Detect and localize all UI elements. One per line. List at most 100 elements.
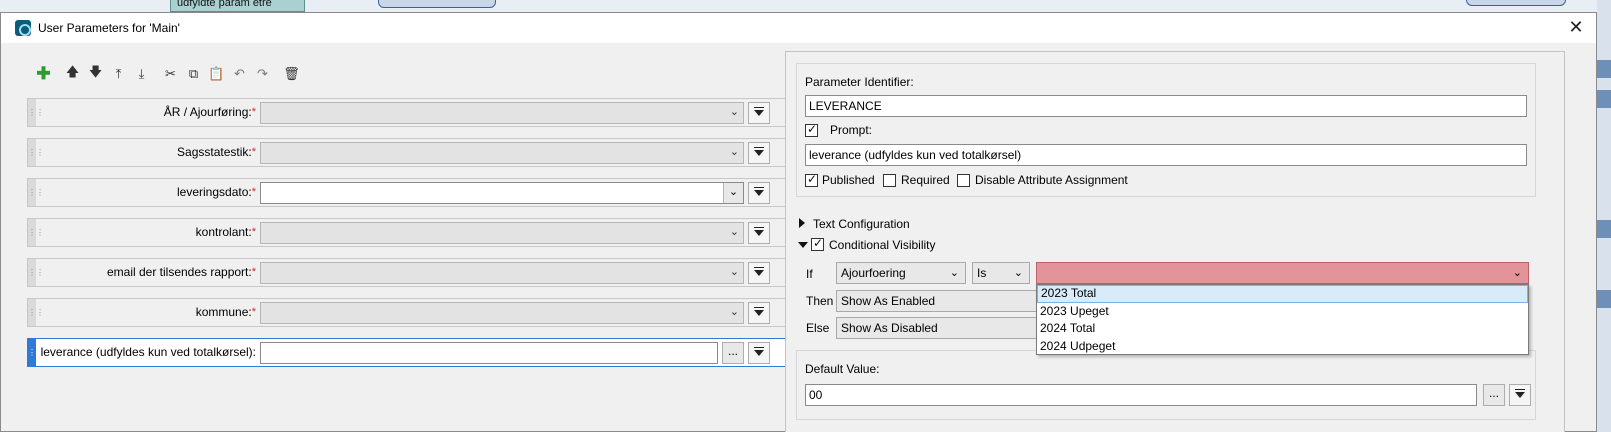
parameter-combo[interactable]: ⌄ bbox=[260, 262, 744, 284]
close-button[interactable]: ✕ bbox=[1562, 16, 1590, 40]
browse-button[interactable]: ... bbox=[722, 342, 744, 364]
parameter-menu-button[interactable] bbox=[748, 102, 770, 124]
if-operator-select[interactable]: Is ⌄ bbox=[972, 262, 1030, 284]
parameter-combo[interactable]: ⌄ bbox=[260, 102, 744, 124]
drag-handle-icon[interactable]: ⋮⋮ bbox=[28, 99, 44, 126]
dropdown-option[interactable]: 2024 Udpeget bbox=[1037, 338, 1528, 356]
canvas-node[interactable]: udfyldte param etre bbox=[170, 0, 305, 12]
parameter-label-text: leverance (udfyldes kun ved totalkørsel)… bbox=[40, 345, 256, 359]
parameter-menu-button[interactable] bbox=[748, 222, 770, 244]
parameter-combo[interactable]: ⌄ bbox=[260, 302, 744, 324]
window-title: User Parameters for 'Main' bbox=[38, 21, 180, 35]
dropdown-option[interactable]: 2023 Total bbox=[1037, 285, 1528, 303]
identifier-label: Parameter Identifier: bbox=[805, 75, 914, 89]
dropdown-option[interactable]: 2024 Total bbox=[1037, 320, 1528, 338]
prompt-field[interactable]: leverance (udfyldes kun ved totalkørsel) bbox=[805, 144, 1527, 166]
parameter-row[interactable]: ⋮⋮ leverance (udfyldes kun ved totalkørse… bbox=[27, 338, 794, 367]
if-value-dropdown-list: 2023 Total 2023 Upeget 2024 Total 2024 Udpe… bbox=[1036, 284, 1529, 355]
parameter-menu-button[interactable] bbox=[748, 182, 770, 204]
conditional-visibility-checkbox[interactable] bbox=[811, 236, 824, 251]
parameter-combo[interactable]: ⌄ bbox=[260, 142, 744, 164]
canvas-node[interactable] bbox=[378, 0, 496, 8]
if-attribute-select[interactable]: Ajourfoering ⌄ bbox=[836, 262, 966, 284]
prompt-checkbox[interactable] bbox=[805, 122, 818, 137]
undo-icon[interactable]: ↶ bbox=[228, 63, 251, 85]
chevron-down-icon: ⌄ bbox=[729, 266, 739, 278]
collapse-arrow-icon[interactable] bbox=[798, 242, 808, 248]
parameter-rows: ⋮⋮ ÅR / Ajourføring:* ⌄ ⋮⋮ Sagsstatestik:* ⌄ ⋮… bbox=[27, 98, 794, 367]
if-value-select[interactable]: ⌄ bbox=[1036, 262, 1529, 284]
parameter-row[interactable]: ⋮⋮ kommune:* ⌄ bbox=[27, 298, 794, 327]
default-value-browse-button[interactable]: ... bbox=[1483, 384, 1505, 406]
published-label: Published bbox=[822, 173, 875, 187]
canvas-node[interactable] bbox=[1466, 0, 1566, 6]
published-checkbox[interactable] bbox=[805, 172, 818, 187]
default-value-label: Default Value: bbox=[805, 362, 880, 376]
conditional-visibility-header[interactable]: Conditional Visibility bbox=[829, 238, 936, 252]
parameter-label-text: email der tilsendes rapport: bbox=[106, 265, 252, 279]
parameter-label: Sagsstatestik:* bbox=[38, 139, 256, 166]
canvas-node-edge bbox=[1597, 90, 1611, 108]
parameter-menu-button[interactable] bbox=[748, 302, 770, 324]
drag-handle-icon[interactable]: ⋮⋮ bbox=[28, 259, 44, 286]
then-label: Then bbox=[806, 294, 834, 308]
move-up-icon[interactable]: 🡅 bbox=[61, 63, 84, 85]
title-bar: User Parameters for 'Main' ✕ bbox=[1, 13, 1596, 43]
parameter-label-text: kommune: bbox=[195, 305, 252, 319]
identifier-field[interactable]: LEVERANCE bbox=[805, 95, 1527, 117]
parameter-row[interactable]: ⋮⋮ leveringsdato:* ⌄ bbox=[27, 178, 794, 207]
text-configuration-header[interactable]: Text Configuration bbox=[813, 217, 910, 231]
required-checkbox[interactable] bbox=[883, 174, 896, 187]
paste-icon[interactable]: 📋 bbox=[205, 63, 228, 85]
default-value-menu-button[interactable] bbox=[1509, 384, 1531, 406]
cut-icon[interactable]: ✂ bbox=[159, 63, 182, 85]
then-value: Show As Enabled bbox=[841, 294, 936, 308]
required-marker: * bbox=[251, 266, 256, 278]
expand-arrow-icon[interactable] bbox=[799, 218, 805, 228]
copy-icon[interactable]: ⧉ bbox=[182, 63, 205, 85]
dropdown-option[interactable]: 2023 Upeget bbox=[1037, 303, 1528, 321]
parameter-menu-button[interactable] bbox=[748, 342, 770, 364]
parameter-label: ÅR / Ajourføring:* bbox=[38, 99, 256, 126]
required-marker: * bbox=[251, 186, 256, 198]
parameter-row[interactable]: ⋮⋮ email der tilsendes rapport:* ⌄ bbox=[27, 258, 794, 287]
add-parameter-icon[interactable]: ✚ bbox=[32, 63, 55, 85]
if-label: If bbox=[806, 267, 813, 281]
app-icon bbox=[15, 20, 31, 36]
chevron-down-icon: ⌄ bbox=[729, 306, 739, 318]
else-value: Show As Disabled bbox=[841, 321, 938, 335]
move-down-icon[interactable]: 🡇 bbox=[84, 63, 107, 85]
chevron-down-icon: ⌄ bbox=[1013, 267, 1023, 279]
else-label: Else bbox=[806, 321, 830, 335]
parameter-label-text: ÅR / Ajourføring: bbox=[163, 105, 252, 119]
move-to-bottom-icon[interactable]: ⤓ bbox=[130, 63, 153, 85]
parameter-row[interactable]: ⋮⋮ Sagsstatestik:* ⌄ bbox=[27, 138, 794, 167]
drag-handle-icon[interactable]: ⋮⋮ bbox=[28, 219, 44, 246]
parameter-combo[interactable]: ⌄ bbox=[260, 182, 744, 204]
disable-attribute-assignment-checkbox[interactable] bbox=[957, 174, 970, 187]
parameter-text-field[interactable] bbox=[260, 342, 718, 364]
required-marker: * bbox=[251, 106, 256, 118]
chevron-down-icon[interactable]: ⌄ bbox=[723, 183, 743, 203]
parameters-list-pane: ✚ 🡅 🡇 ⤒ ⤓ ✂ ⧉ 📋 ↶ ↷ 🗑 ⋮⋮ ÅR / Ajourføring:* ⌄ ⋮⋮ Sagss… bbox=[27, 63, 794, 378]
parameter-menu-button[interactable] bbox=[748, 262, 770, 284]
default-value-group: Default Value: 00 ... bbox=[796, 350, 1536, 420]
canvas-node-edge bbox=[1597, 220, 1611, 238]
parameter-row[interactable]: ⋮⋮ ÅR / Ajourføring:* ⌄ bbox=[27, 98, 794, 127]
drag-handle-icon[interactable]: ⋮⋮ bbox=[28, 339, 44, 366]
move-to-top-icon[interactable]: ⤒ bbox=[107, 63, 130, 85]
parameter-label: kommune:* bbox=[38, 299, 256, 326]
required-label: Required bbox=[901, 173, 950, 187]
if-attribute-value: Ajourfoering bbox=[841, 266, 906, 280]
parameter-editor-pane: Parameter Identifier: LEVERANCE Prompt: … bbox=[785, 51, 1565, 432]
parameter-label-text: kontrolant: bbox=[195, 225, 252, 239]
parameter-menu-button[interactable] bbox=[748, 142, 770, 164]
delete-icon[interactable]: 🗑 bbox=[280, 63, 303, 85]
parameter-row[interactable]: ⋮⋮ kontrolant:* ⌄ bbox=[27, 218, 794, 247]
drag-handle-icon[interactable]: ⋮⋮ bbox=[28, 179, 44, 206]
parameter-combo[interactable]: ⌄ bbox=[260, 222, 744, 244]
drag-handle-icon[interactable]: ⋮⋮ bbox=[28, 299, 44, 326]
default-value-field[interactable]: 00 bbox=[805, 384, 1477, 406]
drag-handle-icon[interactable]: ⋮⋮ bbox=[28, 139, 44, 166]
redo-icon[interactable]: ↷ bbox=[251, 63, 274, 85]
